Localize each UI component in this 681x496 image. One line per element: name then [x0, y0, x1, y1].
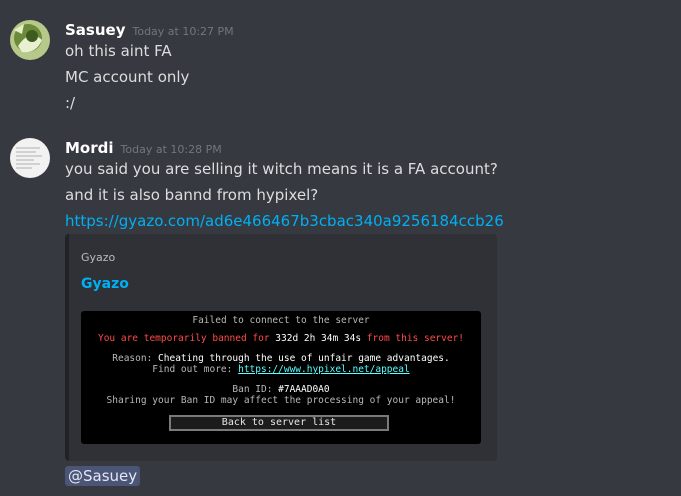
mc-banid-value: #7AAAD0A0	[278, 384, 330, 395]
mc-reason-line: Reason: Cheating through the use of unfa…	[81, 353, 481, 364]
message-line: oh this aint FA	[65, 42, 172, 60]
mc-ban-prefix: You are temporarily banned for	[97, 333, 276, 344]
mc-banid-line: Ban ID: #7AAAD0A0	[81, 384, 481, 395]
message-header: Mordi Today at 10:28 PM	[65, 139, 222, 157]
avatar[interactable]	[10, 20, 50, 60]
username[interactable]: Mordi	[65, 139, 114, 157]
timestamp: Today at 10:27 PM	[132, 25, 234, 38]
mc-reason-text: Cheating through the use of unfair game …	[158, 353, 450, 364]
avatar-mordi-image	[10, 138, 50, 178]
link-embed: Gyazo Gyazo Failed to connect to the ser…	[65, 234, 497, 461]
message-line: you said you are selling it witch means …	[65, 160, 498, 178]
mc-reason-label: Reason:	[112, 353, 159, 364]
mc-banid-label: Ban ID:	[232, 384, 279, 395]
mc-findout-label: Find out more:	[152, 364, 239, 375]
timestamp: Today at 10:28 PM	[120, 143, 222, 156]
mc-ban-duration: 332d 2h 34m 34s	[275, 333, 362, 344]
avatar-sasuey-image	[10, 20, 50, 60]
message-line: and it is also bannd from hypixel?	[65, 186, 319, 204]
embed-title[interactable]: Gyazo	[81, 276, 129, 292]
username[interactable]: Sasuey	[65, 21, 125, 39]
embed-image[interactable]: Failed to connect to the server You are …	[81, 311, 481, 444]
user-mention[interactable]: @Sasuey	[65, 466, 141, 486]
mc-appeal-link: https://www.hypixel.net/appeal	[238, 364, 410, 375]
mc-ban-line: You are temporarily banned for 332d 2h 3…	[81, 333, 481, 344]
message-line: :/	[65, 94, 76, 112]
message-header: Sasuey Today at 10:27 PM	[65, 21, 234, 39]
mc-back-button: Back to server list	[169, 415, 389, 431]
mc-sharing-text: Sharing your Ban ID may affect the proce…	[106, 395, 456, 406]
message-link[interactable]: https://gyazo.com/ad6e466467b3cbac340a92…	[65, 212, 504, 230]
message-line: MC account only	[65, 68, 190, 86]
embed-provider[interactable]: Gyazo	[81, 251, 115, 264]
avatar[interactable]	[10, 138, 50, 178]
mc-findout-line: Find out more: https://www.hypixel.net/a…	[81, 364, 481, 375]
mc-ban-suffix: from this server!	[361, 333, 465, 344]
mc-header-text: Failed to connect to the server	[192, 315, 370, 326]
